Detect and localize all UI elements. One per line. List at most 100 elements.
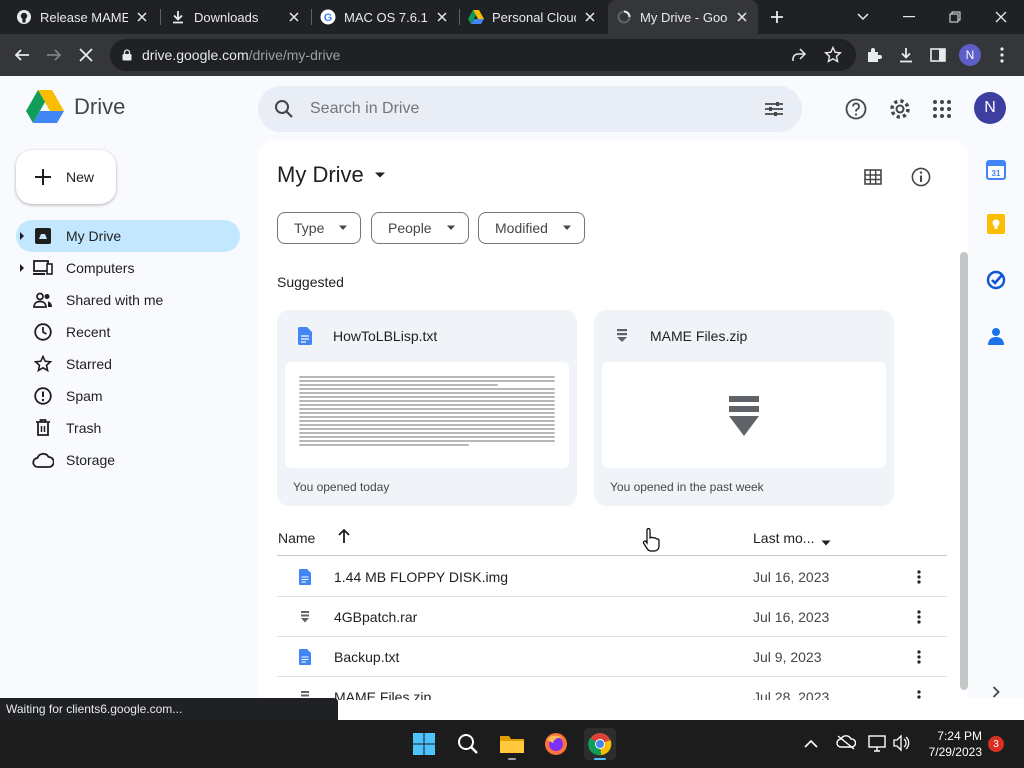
page-title-text: My Drive: [277, 162, 364, 187]
keep-icon[interactable]: [984, 212, 1008, 236]
nav-recent[interactable]: Recent: [16, 316, 240, 348]
zip-icon: [612, 326, 632, 346]
page-title[interactable]: My Drive: [277, 162, 386, 188]
nav-starred[interactable]: Starred: [16, 348, 240, 380]
table-row[interactable]: 4GBpatch.rar Jul 16, 2023: [277, 597, 947, 637]
column-name[interactable]: Name: [278, 530, 315, 546]
account-avatar[interactable]: N: [974, 92, 1006, 124]
tab-downloads[interactable]: Downloads: [162, 0, 310, 34]
suggested-card[interactable]: MAME Files.zip You opened in the past we…: [594, 310, 894, 506]
search-bar[interactable]: [258, 86, 802, 132]
minimize-button[interactable]: [886, 0, 932, 34]
close-icon: [995, 11, 1007, 23]
scrollbar[interactable]: [960, 252, 968, 690]
search-input[interactable]: [310, 100, 730, 118]
onedrive-icon[interactable]: [836, 734, 857, 755]
taskbar-clock[interactable]: 7:24 PM 7/29/2023: [918, 728, 982, 760]
search-icon[interactable]: [274, 99, 294, 119]
chevron-right-icon[interactable]: [984, 680, 1008, 704]
trash-icon: [32, 417, 54, 439]
downloads-button[interactable]: [890, 39, 922, 71]
more-vert-icon[interactable]: [909, 607, 929, 627]
chevron-up-icon[interactable]: [804, 736, 818, 754]
close-icon[interactable]: [434, 9, 450, 25]
card-title: HowToLBLisp.txt: [333, 328, 438, 344]
file-explorer-button[interactable]: [496, 728, 528, 760]
profile-button[interactable]: N: [954, 39, 986, 71]
more-vert-icon[interactable]: [909, 647, 929, 667]
forward-button[interactable]: [38, 39, 70, 71]
column-last-modified[interactable]: Last mo...: [753, 530, 814, 546]
back-button[interactable]: [6, 39, 38, 71]
share-icon[interactable]: [790, 46, 808, 69]
folder-icon: [500, 736, 524, 753]
filter-people[interactable]: People: [371, 212, 469, 244]
tasks-icon[interactable]: [984, 268, 1008, 292]
calendar-icon[interactable]: 31: [984, 158, 1008, 182]
notification-badge[interactable]: 3: [988, 736, 1004, 752]
close-icon[interactable]: [734, 9, 750, 25]
drive-logo[interactable]: Drive: [26, 90, 125, 124]
extensions-button[interactable]: [858, 39, 890, 71]
more-vert-icon[interactable]: [909, 567, 929, 587]
restore-button[interactable]: [932, 0, 978, 34]
chrome-button[interactable]: [584, 728, 616, 760]
table-row[interactable]: Backup.txt Jul 9, 2023: [277, 637, 947, 677]
start-button[interactable]: [408, 728, 440, 760]
contacts-icon[interactable]: [984, 324, 1008, 348]
filter-label: People: [388, 220, 432, 236]
help-icon[interactable]: [841, 94, 871, 124]
side-panel-button[interactable]: [922, 39, 954, 71]
nav-my-drive[interactable]: My Drive: [16, 220, 240, 252]
star-icon[interactable]: [823, 45, 843, 69]
more-vert-icon[interactable]: [909, 687, 929, 700]
firefox-button[interactable]: [540, 728, 572, 760]
clock-time: 7:24 PM: [937, 729, 982, 743]
filter-modified[interactable]: Modified: [478, 212, 585, 244]
grid-view-icon[interactable]: [858, 162, 888, 192]
expand-arrow-icon[interactable]: [16, 264, 28, 272]
caret-down-icon[interactable]: [821, 533, 831, 549]
new-button[interactable]: New: [16, 150, 116, 204]
apps-grid-icon[interactable]: [927, 94, 957, 124]
stop-button[interactable]: [70, 39, 102, 71]
new-tab-button[interactable]: [766, 6, 788, 28]
expand-arrow-icon[interactable]: [16, 232, 28, 240]
puzzle-icon: [868, 48, 882, 62]
sort-arrow-up-icon[interactable]: [337, 528, 351, 547]
nav-spam[interactable]: Spam: [16, 380, 240, 412]
card-subtitle: You opened in the past week: [610, 480, 764, 494]
tab-search-button[interactable]: [840, 0, 886, 34]
taskbar-search-button[interactable]: [452, 728, 484, 760]
file-name: Backup.txt: [334, 649, 400, 665]
stop-icon: [79, 48, 93, 62]
close-icon[interactable]: [286, 9, 302, 25]
tab-release-mame[interactable]: Release MAME 0.256: [8, 0, 158, 34]
info-icon[interactable]: [906, 162, 936, 192]
nav-label: Computers: [66, 260, 135, 276]
nav-trash[interactable]: Trash: [16, 412, 240, 444]
volume-icon[interactable]: [892, 734, 910, 757]
table-row[interactable]: MAME Files.zip Jul 28, 2023: [277, 677, 947, 700]
search-options-icon[interactable]: [764, 99, 784, 124]
nav-shared-with-me[interactable]: Shared with me: [16, 284, 240, 316]
close-icon[interactable]: [582, 9, 598, 25]
close-icon[interactable]: [134, 9, 150, 25]
filter-type[interactable]: Type: [277, 212, 362, 244]
nav-computers[interactable]: Computers: [16, 252, 240, 284]
nav-storage[interactable]: Storage: [16, 444, 240, 476]
lock-icon: [122, 49, 132, 61]
tab-mac-os[interactable]: G MAC OS 7.6.1 Cd: [312, 0, 458, 34]
more-vert-icon: [1000, 47, 1004, 63]
close-window-button[interactable]: [978, 0, 1024, 34]
tab-personal-cloud[interactable]: Personal Cloud S: [460, 0, 606, 34]
suggested-card[interactable]: HowToLBLisp.txt You opened today: [277, 310, 577, 506]
address-bar[interactable]: drive.google.com/drive/my-drive: [110, 39, 856, 71]
settings-icon[interactable]: [885, 94, 915, 124]
browser-menu-button[interactable]: [986, 39, 1018, 71]
file-preview: [602, 362, 886, 468]
table-row[interactable]: 1.44 MB FLOPPY DISK.img Jul 16, 2023: [277, 557, 947, 597]
tab-my-drive[interactable]: My Drive - Google Drive: [608, 0, 758, 34]
firefox-icon: [545, 733, 567, 755]
network-icon[interactable]: [868, 734, 886, 757]
